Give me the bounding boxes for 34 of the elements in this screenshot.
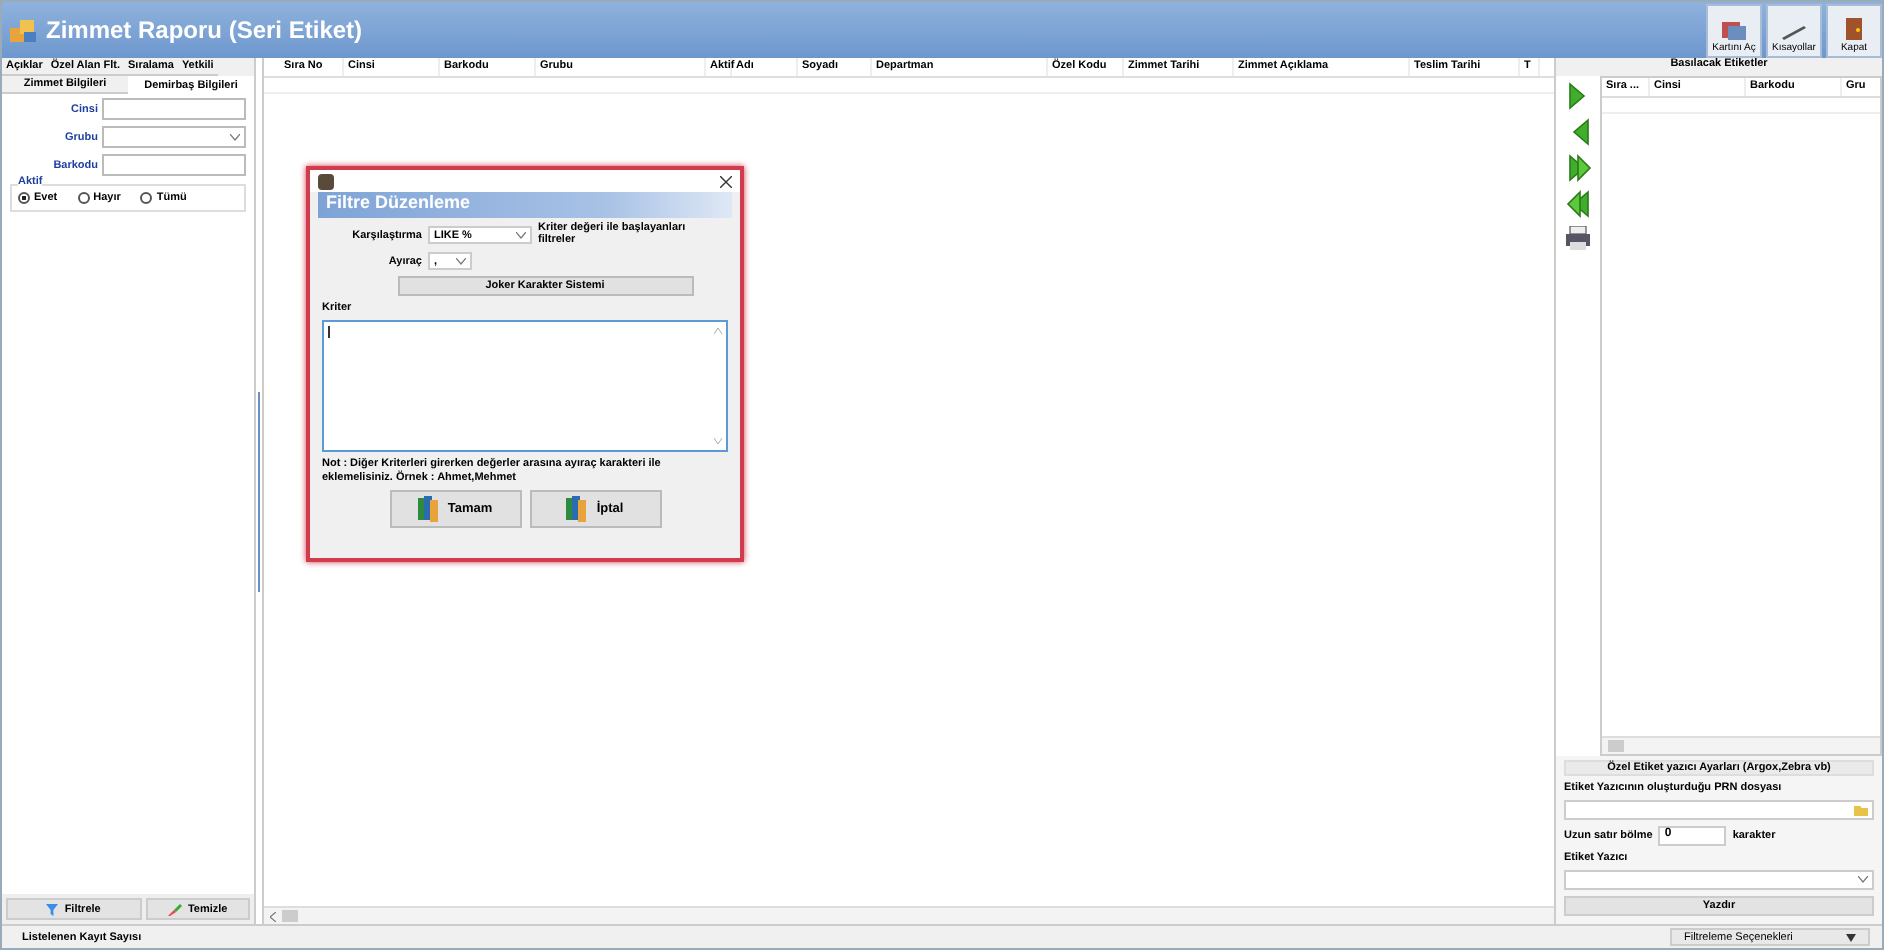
- text-area[interactable]: [322, 320, 728, 452]
- brush-icon: [167, 903, 182, 915]
- books-icon: [417, 496, 438, 523]
- chevron-icon: [516, 231, 526, 239]
- dropdown[interactable]: [1564, 870, 1874, 890]
- input-field[interactable]: [102, 98, 246, 120]
- chevron-icon: [230, 133, 240, 141]
- printer-icon: [1564, 226, 1592, 250]
- scrollbar[interactable]: [264, 906, 1554, 924]
- pen-icon: [1780, 21, 1808, 41]
- window-title: Zimmet Raporu (Seri Etiket): [46, 16, 365, 44]
- folder-icon: [1854, 804, 1868, 816]
- close-icon: [720, 175, 732, 187]
- card-stack-icon: [1720, 17, 1748, 41]
- splitter-handle-icon: [256, 391, 262, 591]
- chevron-icon: [1858, 876, 1868, 884]
- scrollbar-thumb[interactable]: [282, 910, 298, 922]
- text-cursor-icon: [328, 326, 330, 338]
- books-icon: [566, 496, 587, 523]
- funnel-icon: [46, 903, 59, 915]
- input-field[interactable]: [1564, 800, 1874, 820]
- arrow-icon: [1565, 82, 1591, 110]
- double-arrow-icon: [1565, 190, 1591, 218]
- boxes-icon: [10, 17, 38, 43]
- scrollbar-thumb[interactable]: [1608, 740, 1624, 752]
- scrollbar[interactable]: [1602, 736, 1880, 754]
- dropdown[interactable]: [102, 126, 246, 148]
- caret-icon: [1846, 933, 1856, 941]
- app-icon: [318, 173, 334, 189]
- dialog-title: Filtre Düzenleme: [318, 192, 732, 218]
- chevron-icon: [456, 257, 466, 265]
- door-icon: [1844, 15, 1864, 41]
- input-field[interactable]: [102, 154, 246, 176]
- double-arrow-icon: [1565, 154, 1591, 182]
